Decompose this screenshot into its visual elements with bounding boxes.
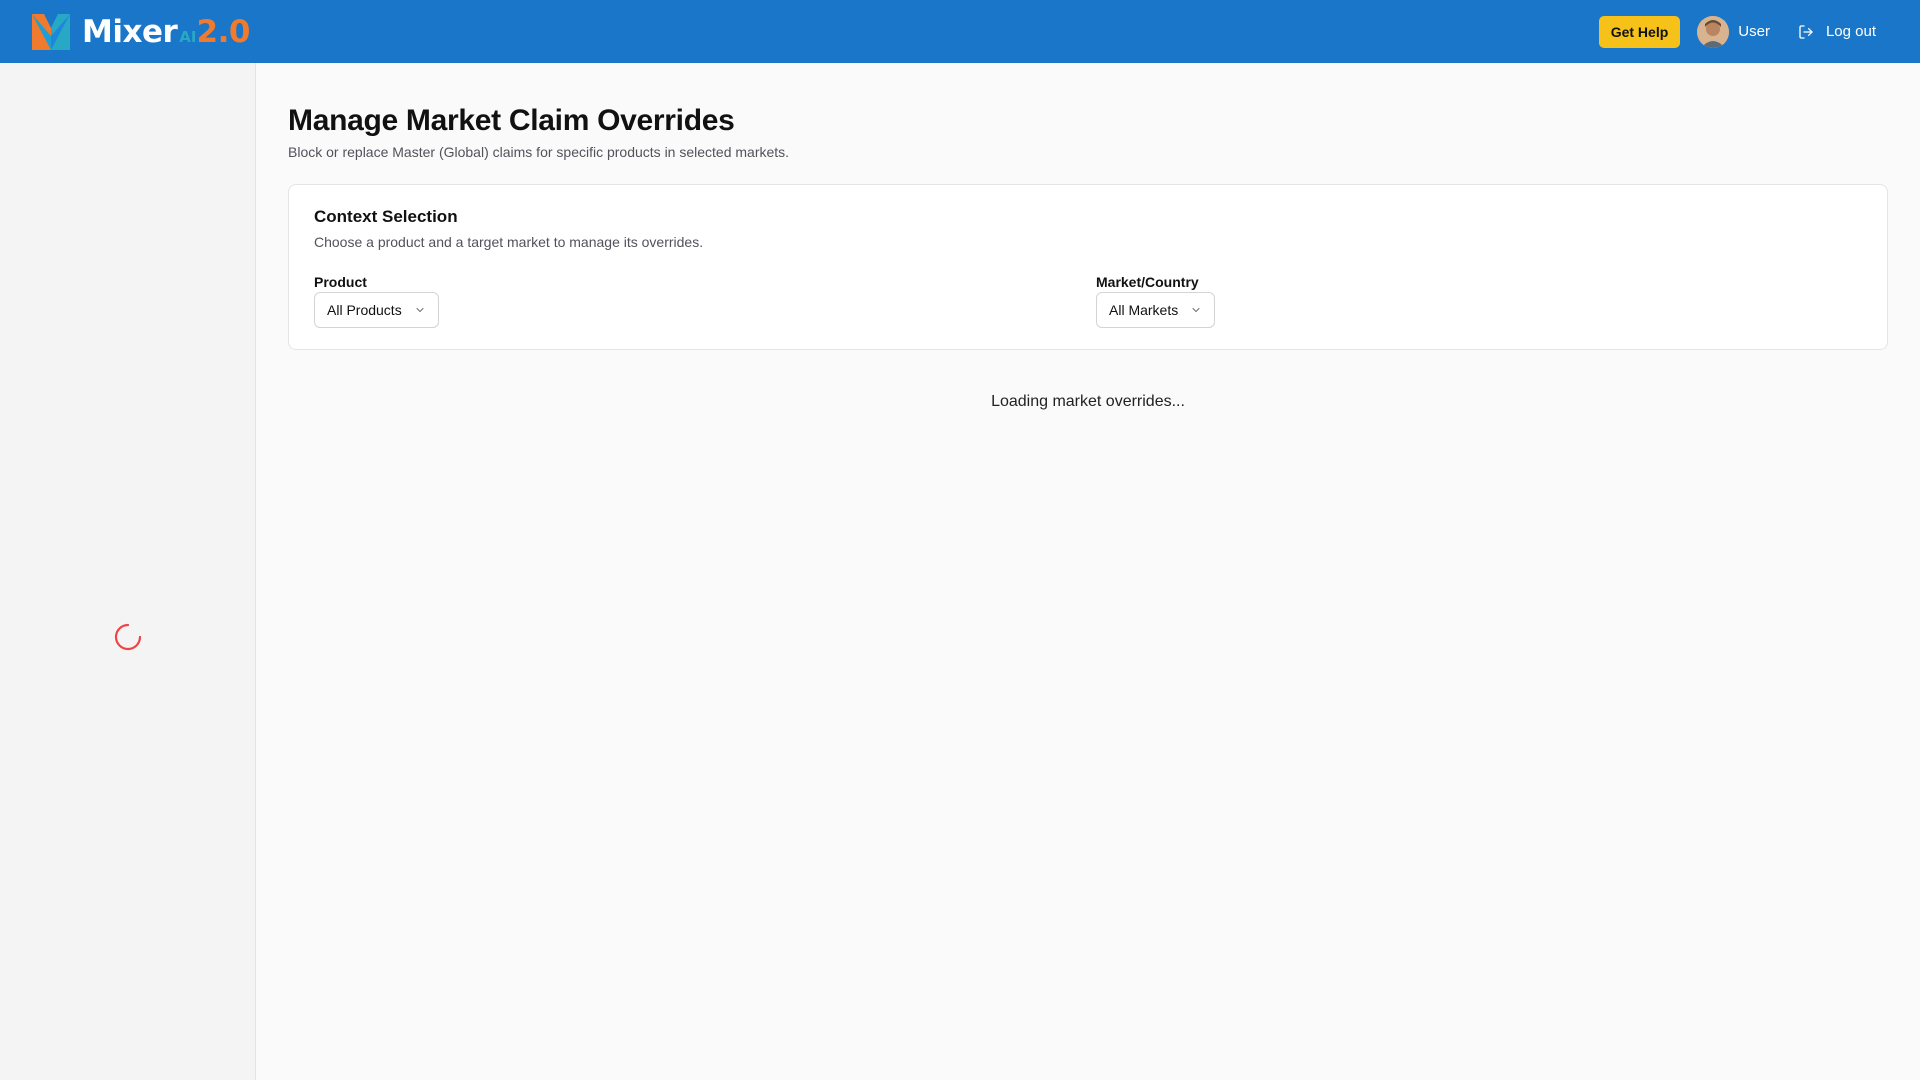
product-select[interactable]: All Products [314, 292, 439, 328]
loading-spinner-icon [114, 623, 142, 651]
page-title: Manage Market Claim Overrides [288, 104, 735, 137]
market-select-value: All Markets [1109, 302, 1179, 318]
mixer-logo-icon [32, 13, 70, 50]
brand-wordmark: Mixer AI 2.0 [82, 14, 250, 50]
logout-label: Log out [1825, 23, 1876, 40]
user-avatar [1697, 15, 1730, 48]
header-actions: Get Help User Log out [1598, 15, 1876, 48]
brand-version: 2.0 [196, 13, 251, 50]
get-help-button[interactable]: Get Help [1598, 15, 1681, 48]
market-select[interactable]: All Markets [1096, 292, 1216, 328]
loading-status: Loading market overrides... [991, 393, 1185, 410]
page-subtitle: Block or replace Master (Global) claims … [288, 144, 790, 160]
chevron-down-icon [1190, 304, 1202, 316]
product-field: Product All Products [314, 274, 439, 328]
card-subtitle: Choose a product and a target market to … [314, 234, 704, 250]
product-select-value: All Products [327, 302, 402, 318]
market-field: Market/Country All Markets [1096, 274, 1216, 328]
main-content: Manage Market Claim Overrides Block or r… [288, 104, 1888, 410]
brand-ai: AI [179, 27, 197, 46]
logout-button[interactable]: Log out [1798, 23, 1876, 40]
user-name: User [1738, 23, 1770, 40]
chevron-down-icon [414, 304, 426, 316]
product-label: Product [314, 274, 367, 290]
top-navigation-bar: Mixer AI 2.0 Get Help User Log out [0, 0, 1920, 63]
card-title: Context Selection [314, 207, 458, 226]
user-menu[interactable]: User [1697, 15, 1770, 48]
logout-icon [1799, 24, 1813, 39]
market-label: Market/Country [1096, 274, 1199, 290]
sidebar [0, 63, 256, 1080]
context-selection-card: Context Selection Choose a product and a… [288, 184, 1888, 350]
brand-logo[interactable]: Mixer AI 2.0 [30, 0, 250, 63]
brand-name: Mixer [82, 13, 178, 50]
